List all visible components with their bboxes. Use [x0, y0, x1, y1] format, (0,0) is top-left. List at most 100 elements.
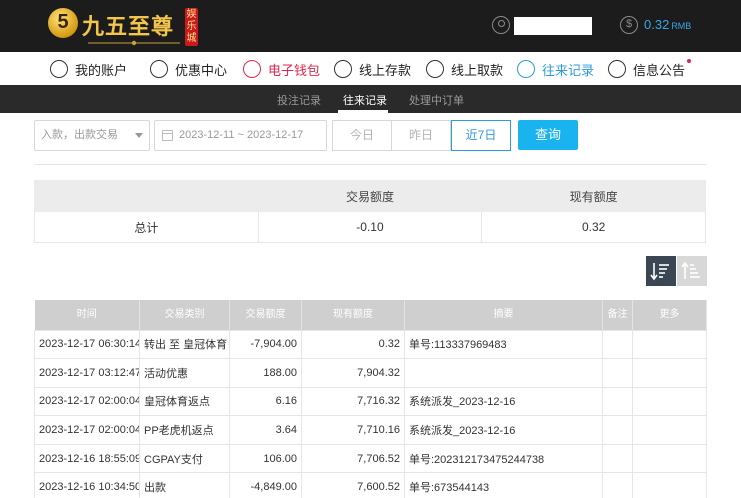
tab-transaction-records[interactable]: 往来记录	[343, 92, 387, 108]
avatar-icon[interactable]	[492, 16, 510, 34]
nav-promotions[interactable]: 优惠中心	[150, 57, 227, 81]
cell-note	[602, 472, 633, 498]
nav-transaction-records[interactable]: 往来记录	[517, 57, 594, 81]
cell-note	[602, 386, 633, 417]
cell-time: 2023-12-17 02:00:04	[34, 415, 140, 445]
cell-more	[632, 329, 707, 360]
nav-my-account[interactable]: 我的账户	[50, 57, 127, 81]
cell-balance: 7,600.52	[301, 472, 405, 498]
tab-pending-orders[interactable]: 处理中订单	[409, 92, 464, 108]
column-header-time[interactable]: 时间	[34, 300, 140, 330]
sort-descending-button[interactable]	[646, 256, 676, 286]
deposit-icon	[334, 60, 352, 78]
today-button[interactable]: 今日	[332, 120, 392, 151]
cell-balance: 7,904.32	[301, 358, 405, 388]
nav-e-wallet[interactable]: 电子钱包	[243, 57, 320, 81]
username-redacted	[514, 17, 592, 35]
cell-summary	[404, 358, 603, 388]
sub-nav: 投注记录 往来记录 处理中订单	[0, 85, 741, 113]
nav-announcements[interactable]: 信息公告	[608, 57, 685, 81]
nav-online-withdraw[interactable]: 线上取款	[426, 57, 503, 81]
brand-tag: 娱乐城	[185, 8, 198, 46]
cell-note	[602, 329, 633, 360]
nav-online-deposit[interactable]: 线上存款	[334, 57, 411, 81]
cell-time: 2023-12-16 10:34:50	[34, 472, 140, 498]
main-nav: 我的账户 优惠中心 电子钱包 线上存款 线上取款 往来记录 信息公告	[0, 52, 741, 85]
gift-icon	[150, 60, 168, 78]
logo-ornament-icon	[88, 40, 180, 46]
summary-table: 交易额度 现有额度 总计 -0.10 0.32	[34, 180, 706, 243]
cell-more	[632, 386, 707, 417]
summary-header-cell: 现有额度	[481, 180, 706, 212]
records-icon	[517, 60, 535, 78]
top-bar: 5 九五至尊 娱乐城 $ 0.32 RMB	[0, 0, 741, 52]
cell-time: 2023-12-17 06:30:14	[34, 329, 140, 360]
column-header-more[interactable]: 更多	[632, 300, 707, 330]
cell-summary: 单号:113337969483	[404, 329, 603, 360]
bell-icon	[608, 60, 626, 78]
cell-summary: 单号:202312173475244738	[404, 443, 603, 474]
brand-logo[interactable]: 5 九五至尊 娱乐城	[48, 6, 208, 46]
summary-total-row: 总计 -0.10 0.32	[34, 211, 706, 243]
cell-note	[602, 415, 633, 445]
table-row: 2023-12-16 18:55:09 CGPAY支付 106.00 7,706.52…	[34, 443, 707, 474]
active-tab-indicator	[338, 110, 388, 113]
transaction-type-select[interactable]: 入款，出款交易	[34, 120, 150, 151]
yesterday-button[interactable]: 昨日	[391, 120, 451, 151]
cell-summary: 系统派发_2023-12-16	[404, 386, 603, 417]
notification-dot	[687, 59, 691, 63]
cell-amount: 6.16	[229, 386, 302, 417]
cell-balance: 7,716.32	[301, 386, 405, 417]
filter-bar: 入款，出款交易 2023-12-11 ~ 2023-12-17 今日 昨日 近7…	[34, 120, 706, 151]
cell-summary: 单号:673544143	[404, 472, 603, 498]
column-header-amount[interactable]: 交易额度	[229, 300, 302, 330]
cell-more	[632, 358, 707, 388]
user-circle-icon	[50, 60, 68, 78]
nav-label: 电子钱包	[268, 62, 321, 78]
wallet-icon	[243, 60, 261, 78]
table-row: 2023-12-16 10:34:50 出款 -4,849.00 7,600.52 单号…	[34, 472, 707, 498]
last-7-days-button[interactable]: 近7日	[451, 120, 511, 151]
brand-name: 九五至尊	[82, 14, 175, 39]
column-header-type[interactable]: 交易类别	[139, 300, 230, 330]
nav-label: 我的账户	[75, 62, 128, 78]
cell-type: 活动优惠	[139, 358, 230, 388]
table-row: 2023-12-17 02:00:04 PP老虎机返点 3.64 7,710.16 系统…	[34, 415, 707, 445]
logo-mark-icon: 5	[48, 8, 78, 38]
cell-amount: 3.64	[229, 415, 302, 445]
summary-header-cell	[34, 180, 259, 212]
sort-ascending-button[interactable]	[677, 256, 707, 286]
nav-label: 往来记录	[542, 62, 595, 78]
tab-bet-records[interactable]: 投注记录	[277, 92, 321, 108]
search-button[interactable]: 查询	[518, 120, 578, 150]
column-header-balance[interactable]: 现有额度	[301, 300, 405, 330]
nav-label: 线上取款	[451, 62, 504, 78]
cell-time: 2023-12-16 18:55:09	[34, 443, 140, 474]
cell-type: 出款	[139, 472, 230, 498]
cell-type: 皇冠体育返点	[139, 386, 230, 417]
cell-amount: -7,904.00	[229, 329, 302, 360]
calendar-icon	[162, 130, 173, 141]
column-header-note[interactable]: 备注	[602, 300, 633, 330]
cell-time: 2023-12-17 02:00:04	[34, 386, 140, 417]
sort-descending-icon	[650, 263, 669, 281]
nav-label: 信息公告	[633, 62, 686, 78]
column-header-summary[interactable]: 摘要	[404, 300, 603, 330]
cell-note	[602, 358, 633, 388]
cell-time: 2023-12-17 03:12:47	[34, 358, 140, 388]
table-row: 2023-12-17 03:12:47 活动优惠 188.00 7,904.32	[34, 358, 707, 388]
cell-amount: 106.00	[229, 443, 302, 474]
records-table: 时间 交易类别 交易额度 现有额度 摘要 备注 更多 2023-12-17 06…	[34, 300, 707, 498]
records-header-row: 时间 交易类别 交易额度 现有额度 摘要 备注 更多	[34, 300, 707, 330]
summary-cell: -0.10	[257, 211, 483, 243]
date-range-input[interactable]: 2023-12-11 ~ 2023-12-17	[154, 120, 327, 151]
summary-header-row: 交易额度 现有额度	[34, 180, 706, 212]
table-row: 2023-12-17 06:30:14 转出 至 皇冠体育 -7,904.00 0.3…	[34, 329, 707, 360]
cell-more	[632, 415, 707, 445]
cell-balance: 7,710.16	[301, 415, 405, 445]
cell-more	[632, 443, 707, 474]
summary-cell: 总计	[34, 211, 259, 243]
balance-display: 0.32 RMB	[644, 17, 692, 32]
cell-more	[632, 472, 707, 498]
nav-label: 优惠中心	[175, 62, 228, 78]
